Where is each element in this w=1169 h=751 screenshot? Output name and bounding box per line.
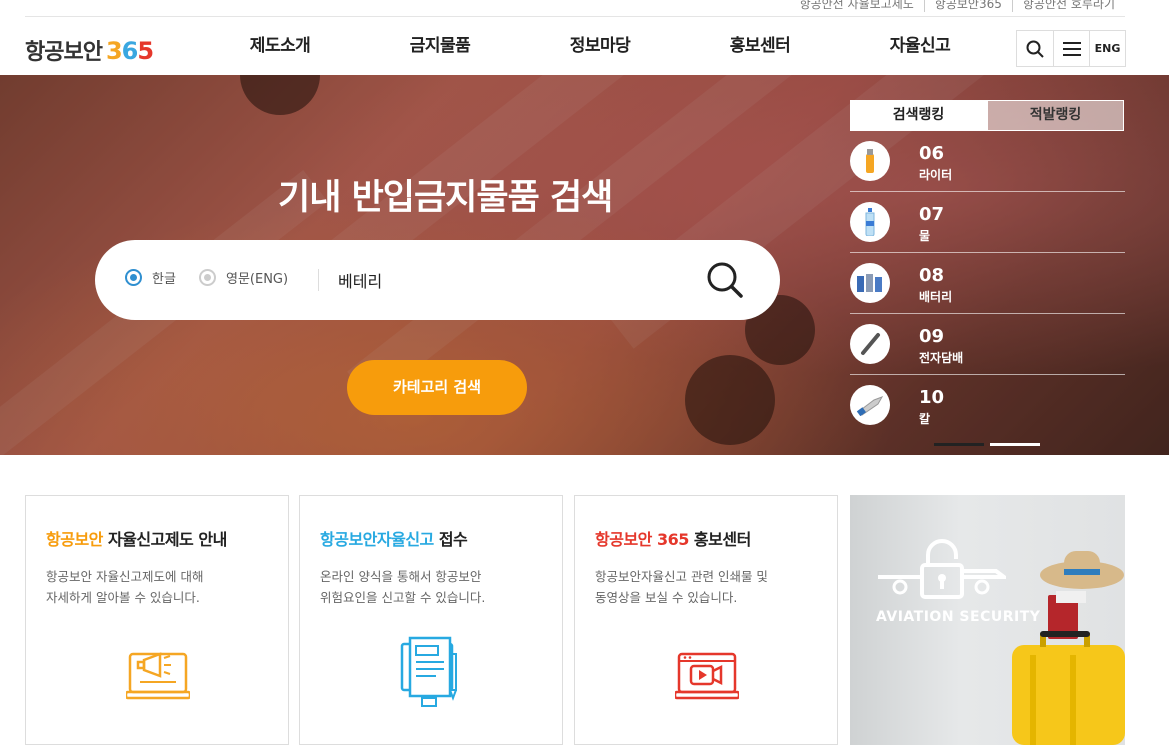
ranking-number: 07 xyxy=(919,204,945,225)
knife-icon xyxy=(850,385,890,425)
ranking-item[interactable]: 07 물 xyxy=(850,192,1125,253)
card-description-line: 온라인 양식을 통해서 항공보안 xyxy=(320,569,482,584)
search-icon xyxy=(707,262,743,298)
ranking-tabs: 검색랭킹 적발랭킹 xyxy=(850,100,1125,131)
aviation-security-banner[interactable]: AVIATION SECURITY xyxy=(850,495,1125,745)
battery-icon xyxy=(850,263,890,303)
ranking-item[interactable]: 08 배터리 xyxy=(850,253,1125,314)
card-title-rest: 홍보센터 xyxy=(688,530,751,549)
ranking-number: 10 xyxy=(919,387,945,408)
tab-violation-ranking[interactable]: 적발랭킹 xyxy=(987,100,1124,131)
card-self-report-submit[interactable]: 항공보안자율신고 접수 온라인 양식을 통해서 항공보안 위험요인을 신고할 수… xyxy=(299,495,563,745)
ranking-item[interactable]: 10 칼 xyxy=(850,375,1125,436)
card-description-line: 자세하게 알아볼 수 있습니다. xyxy=(46,590,200,605)
card-title: 항공보안 365 홍보센터 xyxy=(595,526,751,550)
water-bottle-icon xyxy=(850,202,890,242)
card-description-line: 항공보안자율신고 관련 인쇄물 및 xyxy=(595,569,768,584)
card-description-line: 동영상을 보실 수 있습니다. xyxy=(595,590,738,605)
card-title: 항공보안 자율신고제도 안내 xyxy=(46,526,227,550)
radio-dot xyxy=(125,269,142,286)
ranking-number: 09 xyxy=(919,326,945,347)
radio-english[interactable]: 영문(ENG) xyxy=(199,268,288,287)
ranking-number: 06 xyxy=(919,143,945,164)
ranking-name: 칼 xyxy=(919,412,931,426)
card-title-rest: 접수 xyxy=(433,530,468,549)
item-search-input[interactable] xyxy=(338,265,678,295)
logo[interactable]: 항공보안 3 6 5 xyxy=(25,34,154,66)
header: 항공보안 3 6 5 제도소개 금지물품 정보마당 홍보센터 자율신고 ENG xyxy=(0,17,1169,75)
language-button[interactable]: ENG xyxy=(1089,31,1125,66)
card-title-accent: 항공보안자율신고 xyxy=(320,530,434,549)
lighter-icon xyxy=(850,141,890,181)
suitcase-hat-image xyxy=(1012,551,1125,745)
nav-pr-center[interactable]: 홍보센터 xyxy=(680,17,840,75)
card-description: 항공보안자율신고 관련 인쇄물 및 동영상을 보실 수 있습니다. xyxy=(595,566,825,608)
nav-system-intro[interactable]: 제도소개 xyxy=(200,17,360,75)
item-search-box: 한글 영문(ENG) xyxy=(95,240,780,320)
util-link-safety-report[interactable]: 항공안전 자율보고제도 xyxy=(790,0,924,12)
util-link-safety-whistle[interactable]: 항공안전 호루라기 xyxy=(1011,0,1125,12)
item-search-button[interactable] xyxy=(705,260,745,300)
language-label: ENG xyxy=(1094,42,1121,55)
card-description-line: 항공보안 자율신고제도에 대해 xyxy=(46,569,204,584)
ranking-item[interactable]: 09 전자담배 xyxy=(850,314,1125,375)
logo-number-6: 6 xyxy=(121,37,139,65)
menu-button[interactable] xyxy=(1053,31,1089,66)
category-search-button[interactable]: 카테고리 검색 xyxy=(347,360,527,415)
padlock-airplane-icon xyxy=(878,539,1006,599)
card-description: 항공보안 자율신고제도에 대해 자세하게 알아볼 수 있습니다. xyxy=(46,566,276,608)
radio-dot xyxy=(199,269,216,286)
menu-icon xyxy=(1062,41,1081,56)
radio-korean-label: 한글 xyxy=(152,272,176,287)
card-self-report-guide[interactable]: 항공보안 자율신고제도 안내 항공보안 자율신고제도에 대해 자세하게 알아볼 … xyxy=(25,495,289,745)
card-title-accent: 항공보안 365 xyxy=(595,530,689,549)
main-nav: 제도소개 금지물품 정보마당 홍보센터 자율신고 xyxy=(200,17,1000,75)
pager-indicator-2[interactable] xyxy=(990,443,1040,446)
tab-search-ranking[interactable]: 검색랭킹 xyxy=(850,100,987,131)
video-laptop-icon xyxy=(675,652,739,700)
logo-text: 항공보안 xyxy=(25,40,103,65)
ranking-name: 물 xyxy=(919,229,931,243)
utility-bar: 항공안전 자율보고제도 항공보안365 항공안전 호루라기 xyxy=(0,0,1169,16)
card-title: 항공보안자율신고 접수 xyxy=(320,526,468,550)
card-description: 온라인 양식을 통해서 항공보안 위험요인을 신고할 수 있습니다. xyxy=(320,566,550,608)
divider xyxy=(318,269,319,291)
card-description-line: 위험요인을 신고할 수 있습니다. xyxy=(320,590,486,605)
search-button[interactable] xyxy=(1017,31,1053,66)
ranking-panel: 검색랭킹 적발랭킹 06 라이터 07 물 08 배터리 09 전자담배 10 … xyxy=(850,100,1125,436)
header-tools: ENG xyxy=(1016,30,1126,67)
ranking-number: 08 xyxy=(919,265,945,286)
radio-korean[interactable]: 한글 xyxy=(125,268,176,287)
document-pen-icon xyxy=(400,636,457,707)
hero-banner: 기내 반입금지물품 검색 한글 영문(ENG) 카테고리 검색 검색랭킹 적발랭… xyxy=(0,75,1169,455)
nav-self-report[interactable]: 자율신고 xyxy=(840,17,1000,75)
card-title-accent: 항공보안 xyxy=(46,530,103,549)
ranking-name: 라이터 xyxy=(919,168,953,182)
logo-number-3: 3 xyxy=(105,37,123,65)
megaphone-laptop-icon xyxy=(126,652,190,700)
ranking-pager xyxy=(934,443,1046,446)
ranking-name: 전자담배 xyxy=(919,351,964,365)
ranking-item[interactable]: 06 라이터 xyxy=(850,131,1125,192)
card-pr-center[interactable]: 항공보안 365 홍보센터 항공보안자율신고 관련 인쇄물 및 동영상을 보실 … xyxy=(574,495,838,745)
search-icon xyxy=(1026,40,1044,58)
radio-english-label: 영문(ENG) xyxy=(226,272,289,287)
logo-number-5: 5 xyxy=(137,37,154,65)
pager-indicator-1[interactable] xyxy=(934,443,984,446)
nav-prohibited-items[interactable]: 금지물품 xyxy=(360,17,520,75)
nav-info[interactable]: 정보마당 xyxy=(520,17,680,75)
e-cigarette-icon xyxy=(850,324,890,364)
ranking-name: 배터리 xyxy=(919,290,953,304)
card-title-rest: 자율신고제도 안내 xyxy=(102,530,227,549)
util-link-aviation-security-365[interactable]: 항공보안365 xyxy=(923,0,1012,12)
hero-title: 기내 반입금지물품 검색 xyxy=(278,178,613,218)
